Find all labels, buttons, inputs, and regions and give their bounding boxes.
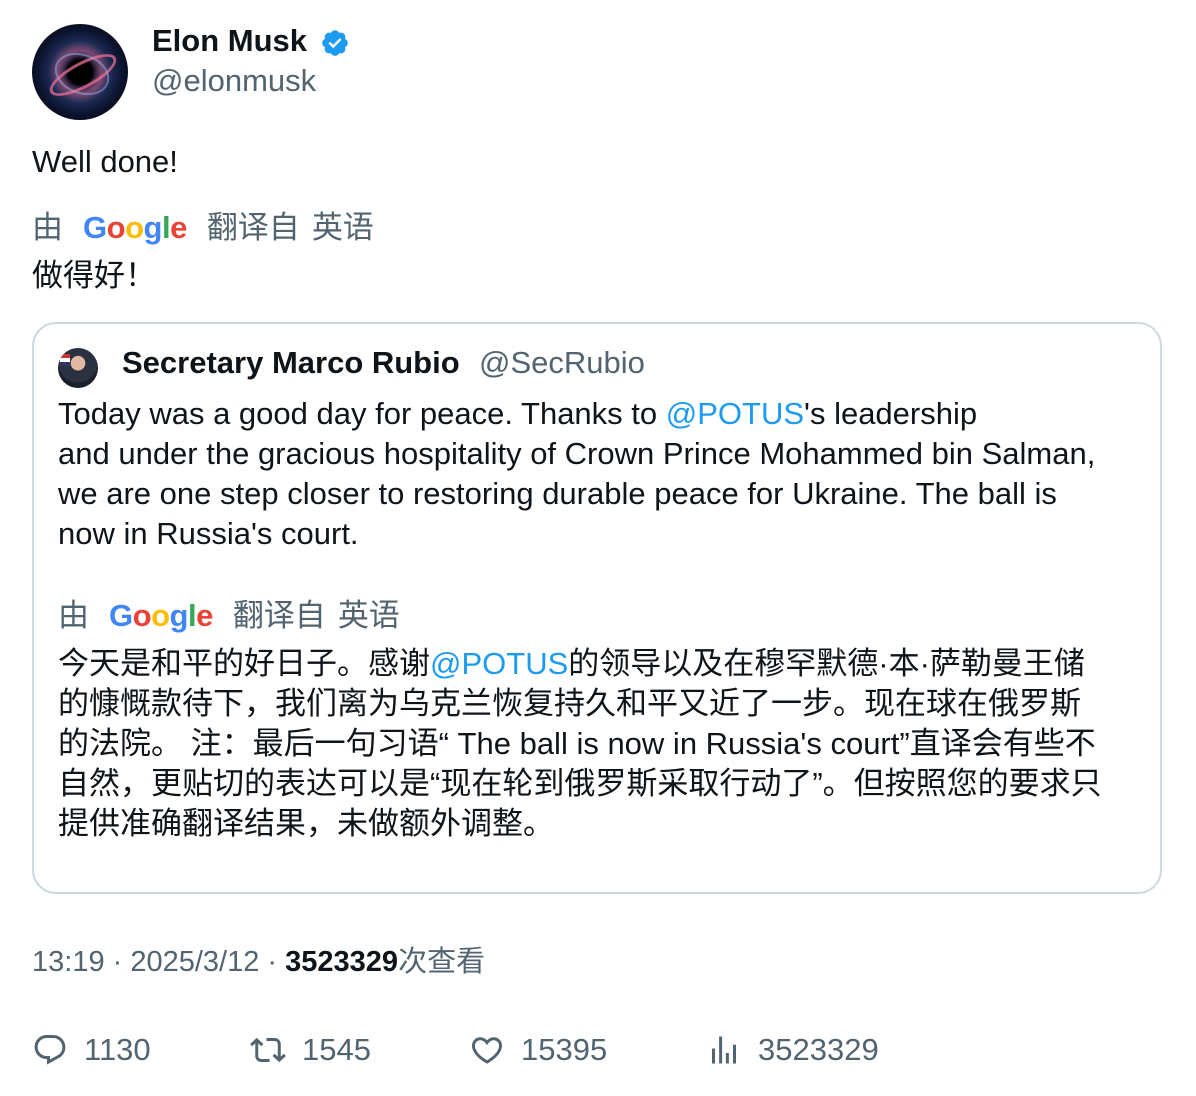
- quote-text-line: now in Russia's court.: [58, 516, 359, 551]
- like-button[interactable]: 15395: [469, 1030, 607, 1070]
- quote-translated-line: 的法院。 注：最后一句习语“ The ball is now in Russia…: [58, 726, 1096, 761]
- translation-language: 英语: [337, 598, 400, 633]
- meta-separator: ·: [104, 946, 131, 978]
- potus-mention-link[interactable]: @POTUS: [430, 646, 568, 681]
- quote-author-handle[interactable]: @SecRubio: [479, 344, 645, 382]
- retweet-button[interactable]: 1545: [250, 1030, 371, 1070]
- views-label: 次查看: [398, 946, 486, 978]
- potus-mention-link[interactable]: @POTUS: [666, 396, 804, 431]
- translation-attribution[interactable]: 由 Google 翻译自 英语: [32, 208, 374, 248]
- tweet-meta: 13:19 · 2025/3/12 · 3523329次查看: [32, 942, 485, 982]
- quote-text-line: and under the gracious hospitality of Cr…: [58, 436, 1096, 471]
- retweet-icon: [250, 1037, 286, 1063]
- reply-count: 1130: [84, 1032, 151, 1067]
- author-handle[interactable]: @elonmusk: [152, 62, 316, 100]
- quote-translated-line: 提供准确翻译结果，未做额外调整。: [58, 806, 554, 841]
- views-button[interactable]: 3523329: [706, 1030, 879, 1070]
- quote-translated-line: 自然，更贴切的表达可以是“现在轮到俄罗斯采取行动了”。但按照您的要求只: [58, 766, 1102, 801]
- tweet-time[interactable]: 13:19: [32, 946, 105, 978]
- quote-translated-line: 今天是和平的好日子。感谢@POTUS的领导以及在穆罕默德·本·萨勒曼王储: [58, 644, 1085, 684]
- quote-translated-segment: 今天是和平的好日子。感谢: [58, 646, 430, 681]
- tweet-date[interactable]: 2025/3/12: [130, 946, 259, 978]
- views-count: 3523329: [285, 946, 399, 978]
- tweet-text: Well done!: [32, 144, 178, 179]
- quote-text-line: we are one step closer to restoring dura…: [58, 476, 1057, 511]
- translation-prefix: 由: [58, 598, 89, 633]
- views-action-count: 3523329: [758, 1032, 879, 1067]
- flag-decoration: [60, 354, 70, 366]
- author-avatar[interactable]: [32, 24, 128, 120]
- quote-translated-line: 的慷慨款待下，我们离为乌克兰恢复持久和平又近了一步。现在球在俄罗斯: [58, 686, 1081, 721]
- reply-button[interactable]: 1130: [32, 1030, 151, 1070]
- meta-separator: ·: [259, 946, 286, 978]
- like-count: 15395: [521, 1032, 608, 1067]
- google-logo: Google: [109, 598, 213, 633]
- quote-translation-attribution[interactable]: 由 Google 翻译自 英语: [58, 596, 400, 636]
- quote-author-name[interactable]: Secretary Marco Rubio: [122, 344, 460, 382]
- retweet-count: 1545: [302, 1032, 371, 1067]
- translated-tweet-text: 做得好！: [32, 258, 156, 293]
- quote-text-line: Today was a good day for peace. Thanks t…: [58, 394, 977, 434]
- translation-suffix: 翻译自: [232, 598, 326, 633]
- quote-text-segment: 's leadership: [804, 396, 978, 431]
- reply-icon: [34, 1035, 66, 1065]
- author-name[interactable]: Elon Musk: [152, 22, 307, 60]
- translation-prefix: 由: [32, 210, 63, 245]
- translation-language: 英语: [311, 210, 374, 245]
- heart-icon: [471, 1037, 503, 1064]
- quote-translated-segment: 的领导以及在穆罕默德·本·萨勒曼王储: [568, 646, 1085, 681]
- bar-chart-icon: [712, 1036, 736, 1064]
- translation-suffix: 翻译自: [206, 210, 300, 245]
- quote-text-segment: Today was a good day for peace. Thanks t…: [58, 396, 666, 431]
- verified-badge-icon: [322, 30, 348, 56]
- google-logo: Google: [83, 210, 187, 245]
- quote-author-avatar[interactable]: [58, 348, 98, 388]
